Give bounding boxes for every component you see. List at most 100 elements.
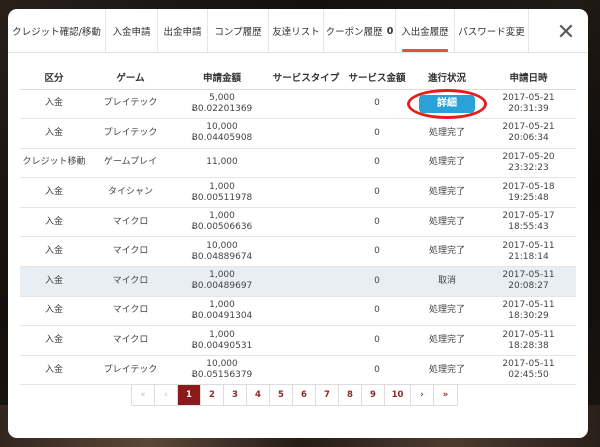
cell-type: 入金: [20, 325, 88, 356]
cell-type: 入金: [20, 236, 88, 268]
cell-status: 処理完了: [413, 236, 481, 268]
cell-amount: 10,000 Ƀ0.04405908: [173, 118, 271, 149]
cell-game: マイクロ: [88, 236, 173, 268]
cell-amount: 1,000 Ƀ0.00511978: [173, 177, 271, 208]
pagination-page-6[interactable]: 6: [293, 385, 316, 405]
cell-game: プレイテック: [88, 118, 173, 149]
history-modal: クレジット確認/移動 入金申請 出金申請 コンプ履歴 友達リスト クーポン履歴 …: [8, 9, 588, 438]
tab-label: 出金申請: [163, 27, 202, 38]
col-header-status: 進行状況: [413, 66, 481, 90]
cell-game: マイクロ: [88, 296, 173, 327]
cell-date: 2017-05-20 23:32:23: [481, 148, 576, 179]
cell-amount: 1,000 Ƀ0.00489697: [173, 266, 271, 297]
tab-friend-list[interactable]: 友達リスト: [269, 9, 324, 53]
pagination-page-8[interactable]: 8: [339, 385, 362, 405]
btc-value: Ƀ0.00511978: [191, 192, 253, 203]
cell-game: マイクロ: [88, 325, 173, 356]
cell-service-amount: 0: [341, 325, 413, 356]
pagination-page-1[interactable]: 1: [178, 385, 201, 405]
active-tab-indicator: [402, 49, 448, 52]
pagination: « ‹ 1 2 3 4 5 6 7 8 9 10 › »: [131, 384, 458, 406]
pagination-last-button[interactable]: »: [434, 385, 457, 405]
cell-service-type: [271, 118, 341, 149]
table-row: 入金 マイクロ 1,000 Ƀ0.00506636 0 処理完了 2017-05-…: [20, 207, 576, 238]
btc-value: Ƀ0.00490531: [191, 340, 253, 351]
pagination-page-4[interactable]: 4: [247, 385, 270, 405]
tab-withdraw-request[interactable]: 出金申請: [158, 9, 208, 53]
pagination-first-button[interactable]: «: [132, 385, 155, 405]
pagination-page-7[interactable]: 7: [316, 385, 339, 405]
btc-value: Ƀ0.04405908: [191, 133, 253, 144]
table-row: 入金 プレイテック 10,000 Ƀ0.04405908 0 処理完了 2017-…: [20, 118, 576, 149]
cell-game: ゲームプレイ: [88, 148, 173, 179]
table-row: 入金 プレイテック 10,000 Ƀ0.05156379 0 処理完了 2017-…: [20, 355, 576, 386]
cell-date: 2017-05-21 20:06:34: [481, 118, 576, 149]
cell-amount: 1,000 Ƀ0.00506636: [173, 207, 271, 238]
pagination-page-3[interactable]: 3: [224, 385, 247, 405]
btc-value: Ƀ0.00506636: [191, 222, 253, 233]
cell-status: 処理完了: [413, 207, 481, 238]
history-table: 区分 ゲーム 申請金額 サービスタイプ サービス金額 進行状況 申請日時 入金 …: [20, 66, 576, 386]
cell-date: 2017-05-11 20:08:27: [481, 266, 576, 297]
cell-status: 処理完了: [413, 118, 481, 149]
cell-service-type: [271, 355, 341, 386]
tab-credit-transfer[interactable]: クレジット確認/移動: [8, 9, 106, 53]
coupon-count-badge: 0: [386, 25, 394, 37]
amount-value: 5,000: [209, 92, 235, 103]
cell-service-type: [271, 296, 341, 327]
cell-service-type: [271, 325, 341, 356]
cell-service-amount: 0: [341, 89, 413, 120]
tab-bar: クレジット確認/移動 入金申請 出金申請 コンプ履歴 友達リスト クーポン履歴 …: [8, 9, 588, 53]
cell-type: クレジット移動: [20, 148, 88, 179]
btc-value: Ƀ0.00489697: [191, 281, 253, 292]
cell-date: 2017-05-11 18:28:38: [481, 325, 576, 356]
tab-label: パスワード変更: [458, 27, 525, 38]
cell-service-amount: 0: [341, 207, 413, 238]
amount-value: 11,000: [206, 157, 238, 168]
pagination-page-5[interactable]: 5: [270, 385, 293, 405]
tab-label: クレジット確認/移動: [12, 27, 101, 38]
cell-service-type: [271, 207, 341, 238]
cell-game: プレイテック: [88, 89, 173, 120]
close-icon[interactable]: ✕: [554, 20, 578, 45]
amount-value: 10,000: [206, 240, 238, 251]
cell-status: 取消: [413, 266, 481, 297]
table-row: 入金 プレイテック 5,000 Ƀ0.02201369 0 詳細 2017-05-…: [20, 88, 576, 120]
cell-amount: 1,000 Ƀ0.00491304: [173, 296, 271, 327]
cell-service-type: [271, 236, 341, 268]
cell-date: 2017-05-11 21:18:14: [481, 236, 576, 268]
cell-status: 処理完了: [413, 148, 481, 179]
table-header-row: 区分 ゲーム 申請金額 サービスタイプ サービス金額 進行状況 申請日時: [20, 66, 576, 90]
cell-amount: 10,000 Ƀ0.05156379: [173, 355, 271, 386]
cell-date: 2017-05-21 20:31:39: [481, 89, 576, 120]
amount-value: 1,000: [209, 211, 235, 222]
cell-status: 処理完了: [413, 325, 481, 356]
tab-deposit-withdraw-history[interactable]: 入出金履歴: [396, 9, 455, 53]
table-row: 入金 マイクロ 1,000 Ƀ0.00490531 0 処理完了 2017-05-…: [20, 325, 576, 356]
cell-status: 処理完了: [413, 177, 481, 208]
cell-status: 処理完了: [413, 355, 481, 386]
cell-service-amount: 0: [341, 296, 413, 327]
pagination-page-10[interactable]: 10: [385, 385, 411, 405]
btc-value: Ƀ0.00491304: [191, 310, 253, 321]
cell-service-type: [271, 177, 341, 208]
cell-service-amount: 0: [341, 177, 413, 208]
cell-date: 2017-05-17 18:55:43: [481, 207, 576, 238]
pagination-page-9[interactable]: 9: [362, 385, 385, 405]
cell-amount: 10,000 Ƀ0.04889674: [173, 236, 271, 268]
pagination-prev-button[interactable]: ‹: [155, 385, 178, 405]
cell-type: 入金: [20, 118, 88, 149]
pagination-page-2[interactable]: 2: [201, 385, 224, 405]
table-row-highlighted: 入金 マイクロ 1,000 Ƀ0.00489697 0 取消 2017-05-11…: [20, 266, 576, 297]
amount-value: 1,000: [209, 270, 235, 281]
tab-password-change[interactable]: パスワード変更: [455, 9, 529, 53]
tab-comp-history[interactable]: コンプ履歴: [208, 9, 269, 53]
tab-coupon-history[interactable]: クーポン履歴 0: [324, 9, 396, 53]
cell-type: 入金: [20, 207, 88, 238]
tab-deposit-request[interactable]: 入金申請: [106, 9, 158, 53]
table-row: 入金 マイクロ 10,000 Ƀ0.04889674 0 処理完了 2017-05…: [20, 236, 576, 268]
btc-value: Ƀ0.02201369: [191, 103, 253, 114]
pagination-next-button[interactable]: ›: [411, 385, 434, 405]
cell-type: 入金: [20, 266, 88, 297]
tab-label: クーポン履歴: [325, 27, 383, 38]
